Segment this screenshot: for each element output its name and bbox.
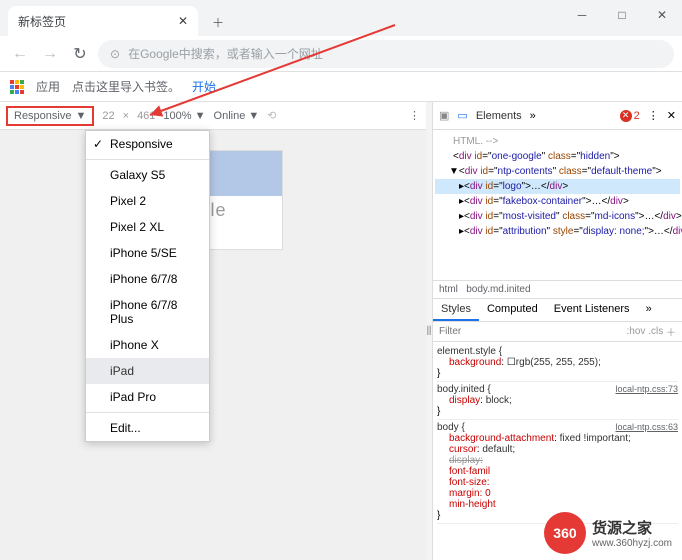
style-filter-bar: :hov .cls ＋ [433, 322, 682, 342]
close-window-button[interactable]: ✕ [642, 0, 682, 30]
start-link[interactable]: 开始 [192, 78, 216, 95]
new-tab-button[interactable]: ＋ [204, 8, 232, 36]
device-option-ipad[interactable]: iPad [86, 358, 209, 384]
dropdown-arrow-icon: ▼ [75, 110, 86, 122]
apps-icon[interactable] [10, 80, 24, 94]
forward-button[interactable]: → [38, 45, 62, 63]
device-dropdown: Responsive Galaxy S5 Pixel 2 Pixel 2 XL … [85, 130, 210, 442]
throttle-select[interactable]: Online ▼ [214, 110, 260, 122]
style-filter-input[interactable] [439, 326, 627, 337]
styles-tabs: Styles Computed Event Listeners » [433, 299, 682, 322]
hov-toggle[interactable]: :hov [627, 326, 646, 337]
watermark-url: www.360hyzj.com [592, 538, 672, 549]
device-mode-icon[interactable]: ▭ [457, 109, 467, 122]
tab-computed[interactable]: Computed [479, 299, 546, 321]
search-icon: ⊙ [110, 47, 120, 61]
device-emulation-pane: Responsive ▼ 22 × 461 100% ▼ Online ▼ ⟲ … [0, 102, 426, 560]
more-tabs-icon[interactable]: » [530, 110, 536, 122]
new-rule-icon[interactable]: ＋ [666, 324, 676, 339]
tab-styles[interactable]: Styles [433, 299, 479, 321]
height-input[interactable]: 461 [137, 110, 155, 122]
bookmarks-bar: 应用 点击这里导入书签。 开始 [0, 72, 682, 102]
more-icon[interactable]: ⋮ [409, 109, 420, 122]
tab-listeners[interactable]: Event Listeners [546, 299, 638, 321]
address-bar[interactable]: ⊙ 在Google中搜索，或者输入一个网址 [98, 40, 674, 68]
watermark-name: 货源之家 [592, 517, 672, 538]
cls-toggle[interactable]: .cls [648, 326, 663, 337]
device-option[interactable]: Pixel 2 XL [86, 214, 209, 240]
dimension-separator: × [123, 110, 129, 122]
emulated-viewport-wrap: gle [0, 130, 426, 560]
tab-elements[interactable]: Elements [476, 110, 522, 122]
back-button[interactable]: ← [8, 45, 32, 63]
watermark-badge: 360 [544, 512, 586, 554]
import-hint: 点击这里导入书签。 [72, 78, 180, 95]
more-style-tabs-icon[interactable]: » [638, 299, 660, 321]
device-option[interactable]: iPhone 6/7/8 [86, 266, 209, 292]
address-placeholder: 在Google中搜索，或者输入一个网址 [128, 45, 323, 62]
maximize-button[interactable]: □ [602, 0, 642, 30]
close-tab-icon[interactable]: ✕ [178, 14, 188, 28]
rotate-icon[interactable]: ⟲ [267, 109, 276, 122]
tab-title: 新标签页 [18, 13, 66, 30]
device-edit[interactable]: Edit... [86, 415, 209, 441]
dom-tree[interactable]: HTML. --> <div id="one-google" class="hi… [433, 130, 682, 280]
devtools-header: ▣ ▭ Elements » ✕2 ⋮ ✕ [433, 102, 682, 130]
watermark: 360 货源之家 www.360hyzj.com [544, 512, 672, 554]
breadcrumb[interactable]: html body.md.inited [433, 280, 682, 299]
browser-toolbar: ← → ↻ ⊙ 在Google中搜索，或者输入一个网址 [0, 36, 682, 72]
device-option[interactable]: iPad Pro [86, 384, 209, 410]
device-option-responsive[interactable]: Responsive [86, 131, 209, 157]
devtools-menu-icon[interactable]: ⋮ [648, 109, 659, 122]
width-input[interactable]: 22 [102, 110, 114, 122]
device-option[interactable]: iPhone X [86, 332, 209, 358]
devtools-pane: ▣ ▭ Elements » ✕2 ⋮ ✕ HTML. --> <div id=… [432, 102, 682, 560]
device-select[interactable]: Responsive ▼ [6, 106, 94, 126]
device-option[interactable]: iPhone 6/7/8 Plus [86, 292, 209, 332]
device-toolbar: Responsive ▼ 22 × 461 100% ▼ Online ▼ ⟲ … [0, 102, 426, 130]
minimize-button[interactable]: ─ [562, 0, 602, 30]
error-indicator[interactable]: ✕2 [620, 110, 640, 122]
inspect-icon[interactable]: ▣ [439, 109, 449, 122]
device-option[interactable]: Pixel 2 [86, 188, 209, 214]
reload-button[interactable]: ↻ [68, 44, 92, 64]
zoom-select[interactable]: 100% ▼ [163, 110, 205, 122]
browser-tab[interactable]: 新标签页 ✕ [8, 6, 198, 36]
device-option[interactable]: iPhone 5/SE [86, 240, 209, 266]
apps-label[interactable]: 应用 [36, 78, 60, 95]
device-option[interactable]: Galaxy S5 [86, 162, 209, 188]
devtools-close-icon[interactable]: ✕ [667, 109, 676, 122]
